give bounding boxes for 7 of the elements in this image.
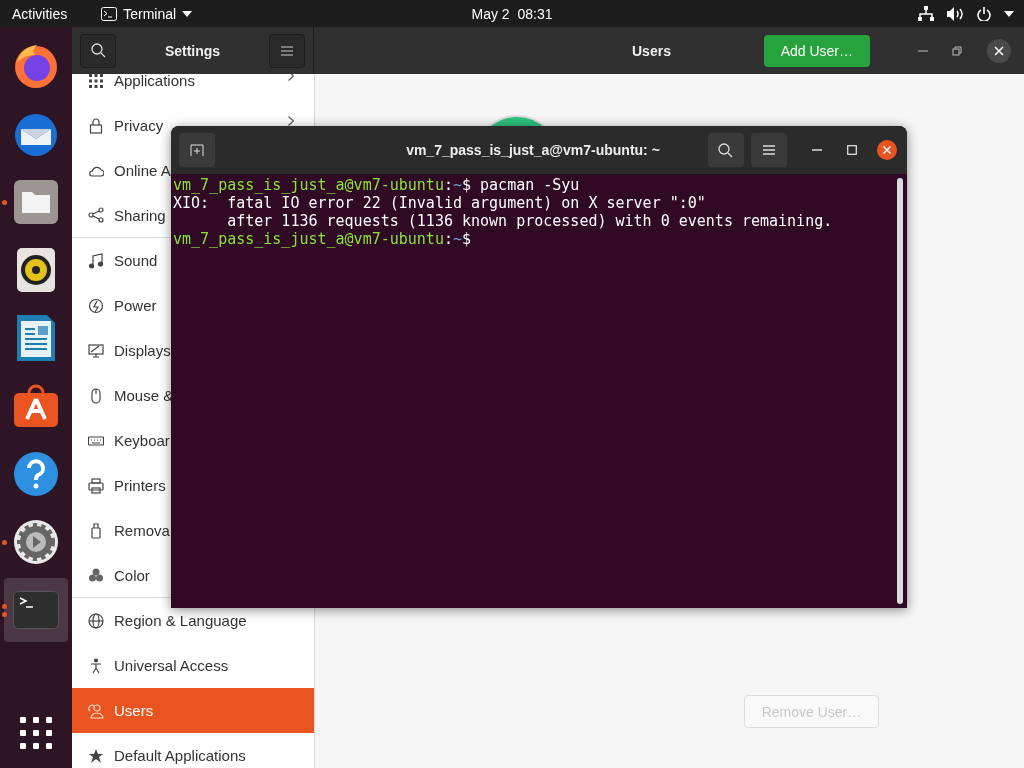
window-title: Settings xyxy=(164,42,221,59)
terminal-line: vm_7_pass_is_just_a@vm7-ubuntu:~$ pacman -Syu xyxy=(173,176,581,194)
terminal-line: after 1136 requests (1136 known processed) with 0 events remaining. xyxy=(226,212,834,230)
page-title: Users xyxy=(632,42,671,59)
terminal-line: XIO: fatal IO error 22 (Invalid argument) on X server ":0" xyxy=(173,194,707,212)
window-title: vm_7_pass_is_just_a@vm7-ubuntu: ~ xyxy=(405,142,660,158)
terminal-line: vm_7_pass_is_just_a@vm7-ubuntu:~$ xyxy=(173,230,473,248)
